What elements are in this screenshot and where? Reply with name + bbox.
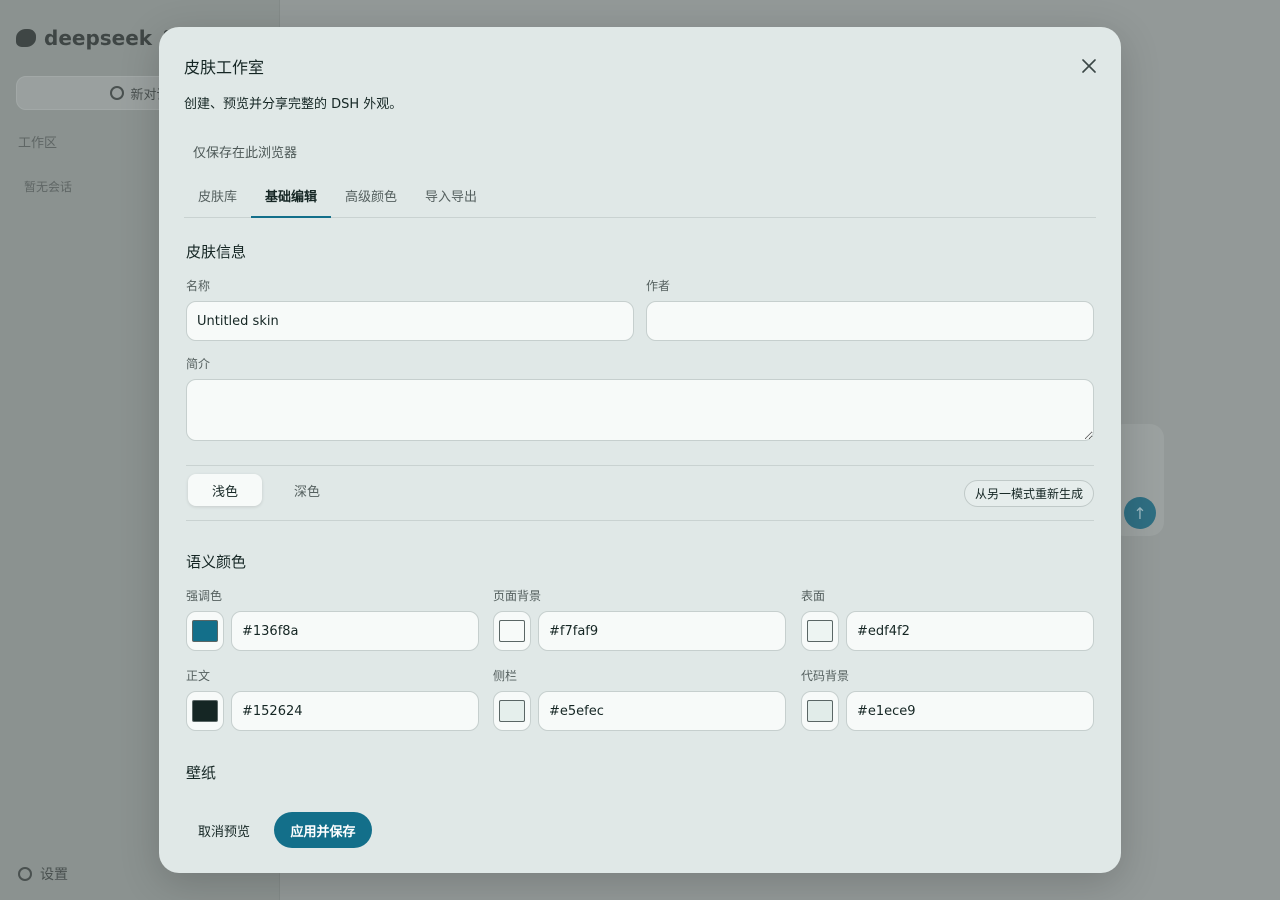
tab-advanced-colors[interactable]: 高级颜色 bbox=[331, 180, 411, 218]
plus-circle-icon bbox=[110, 86, 125, 100]
description-label: 简介 bbox=[186, 357, 211, 371]
divider-top bbox=[186, 465, 1094, 466]
author-input[interactable] bbox=[646, 301, 1094, 341]
cancel-preview-button[interactable]: 取消预览 bbox=[186, 812, 262, 848]
color-input-sidebar[interactable] bbox=[538, 691, 786, 731]
color-label-accent: 强调色 bbox=[186, 589, 223, 603]
color-swatch-code-bg[interactable] bbox=[801, 691, 839, 731]
color-input-page-bg[interactable] bbox=[538, 611, 786, 651]
modal-description: 创建、预览并分享完整的 DSH 外观。 bbox=[184, 97, 403, 112]
tab-basic-edit[interactable]: 基础编辑 bbox=[251, 180, 332, 218]
bg-brand: deepseek bbox=[44, 26, 153, 50]
color-input-surface[interactable] bbox=[846, 611, 1094, 651]
bg-settings-label: 设置 bbox=[40, 867, 68, 883]
bg-settings: 设置 bbox=[18, 864, 68, 884]
semantic-colors-title: 语义颜色 bbox=[186, 553, 247, 571]
color-swatch-accent[interactable] bbox=[186, 611, 224, 651]
color-label-code-bg: 代码背景 bbox=[801, 669, 850, 683]
wallpaper-title: 壁纸 bbox=[186, 764, 217, 782]
color-label-sidebar: 侧栏 bbox=[493, 669, 518, 683]
bg-empty-item: 暂无会话 bbox=[24, 180, 73, 194]
swatch-fill bbox=[807, 700, 833, 722]
swatch-fill bbox=[807, 620, 833, 642]
swatch-fill bbox=[192, 700, 218, 722]
swatch-fill bbox=[499, 620, 525, 642]
swatch-fill bbox=[499, 700, 525, 722]
color-input-body[interactable] bbox=[231, 691, 479, 731]
color-swatch-page-bg[interactable] bbox=[493, 611, 531, 651]
color-swatch-sidebar[interactable] bbox=[493, 691, 531, 731]
bg-section-title: 工作区 bbox=[18, 136, 58, 151]
mode-dark-button[interactable]: 深色 bbox=[270, 474, 344, 506]
tab-skin-library[interactable]: 皮肤库 bbox=[184, 180, 251, 218]
gear-icon bbox=[18, 867, 32, 881]
modal-title: 皮肤工作室 bbox=[184, 58, 265, 77]
swatch-fill bbox=[192, 620, 218, 642]
storage-note: 仅保存在此浏览器 bbox=[193, 146, 298, 161]
skin-studio-modal: 皮肤工作室 创建、预览并分享完整的 DSH 外观。 仅保存在此浏览器 皮肤库 基… bbox=[159, 27, 1121, 873]
description-textarea[interactable] bbox=[186, 379, 1094, 441]
regenerate-button[interactable]: 从另一模式重新生成 bbox=[963, 480, 1094, 507]
color-label-surface: 表面 bbox=[801, 589, 826, 603]
name-label: 名称 bbox=[186, 279, 211, 293]
mode-light-button[interactable]: 浅色 bbox=[188, 474, 262, 506]
color-swatch-body[interactable] bbox=[186, 691, 224, 731]
apply-save-button[interactable]: 应用并保存 bbox=[274, 812, 372, 848]
author-label: 作者 bbox=[646, 279, 671, 293]
tab-bar: 皮肤库 基础编辑 高级颜色 导入导出 bbox=[184, 180, 1096, 218]
divider-bottom bbox=[186, 520, 1094, 521]
tab-import-export[interactable]: 导入导出 bbox=[411, 180, 491, 218]
color-swatch-surface[interactable] bbox=[801, 611, 839, 651]
close-button[interactable] bbox=[1077, 54, 1101, 78]
color-label-page-bg: 页面背景 bbox=[493, 589, 542, 603]
close-icon bbox=[1082, 59, 1096, 73]
whale-icon bbox=[16, 29, 36, 47]
color-label-body: 正文 bbox=[186, 669, 211, 683]
color-input-accent[interactable] bbox=[231, 611, 479, 651]
mode-toggle: 浅色 深色 bbox=[186, 474, 344, 506]
color-input-code-bg[interactable] bbox=[846, 691, 1094, 731]
skin-info-title: 皮肤信息 bbox=[186, 243, 247, 261]
name-input[interactable] bbox=[186, 301, 634, 341]
arrow-up-icon: ↑ bbox=[1124, 497, 1156, 529]
